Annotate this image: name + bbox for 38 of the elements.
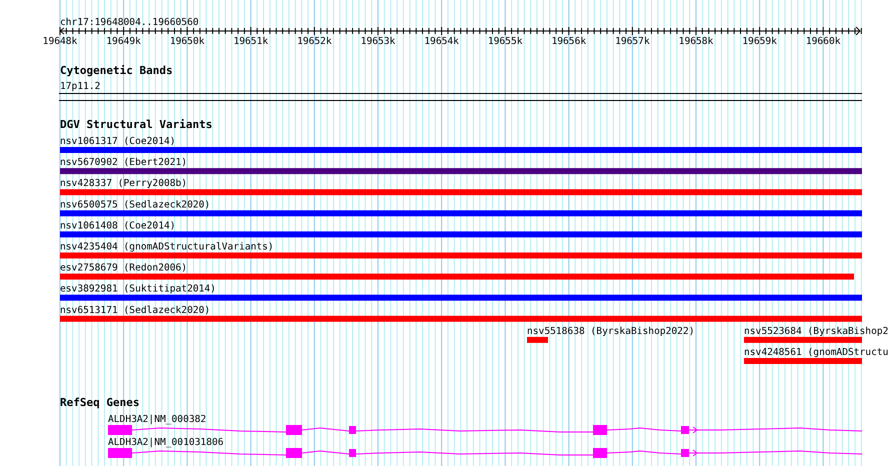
tick-label: 19654k [424,36,459,47]
variant-bar[interactable] [60,210,862,216]
tick-label: 19652k [297,36,332,47]
tick-label: 19658k [678,36,714,47]
gene-model-drawing[interactable] [108,448,862,458]
tick-label: 19650k [170,36,205,47]
tick-label: 19660k [806,36,841,47]
variant-label[interactable]: nsv4235404 (gnomADStructuralVariants) [60,242,274,252]
track-title: DGV Structural Variants [60,118,212,131]
variant-label[interactable]: nsv1061408 (Coe2014) [60,220,176,232]
gene-label[interactable]: ALDH3A2|NM_001031806 [108,437,224,448]
variant-label[interactable]: esv3892981 (Suktitipat2014) [60,284,216,295]
tick-label: 19657k [615,36,650,47]
track-title: RefSeq Genes [60,396,140,409]
band-label: 17p11.2 [60,81,100,92]
variant-label[interactable]: nsv4248561 (gnomADStructu [744,347,888,358]
variant-label[interactable]: nsv5670902 (Ebert2021) [60,157,188,168]
tick-label: 19656k [551,36,586,47]
tick-label: 19653k [360,36,396,47]
gene-label[interactable]: ALDH3A2|NM_000382 [108,414,206,425]
variant-label[interactable]: nsv1061317 (Coe2014) [60,136,176,147]
tick-label: 19649k [106,36,141,47]
variant-bar[interactable] [60,231,862,238]
tick-label: 19659k [742,36,777,47]
variant-bar[interactable] [60,294,862,301]
variant-label[interactable]: nsv428337 (Perry2008b) [60,178,188,190]
tick-label: 19655k [488,36,523,47]
variant-label[interactable]: nsv6500575 (Sedlazeck2020) [60,199,210,210]
track-title: Cytogenetic Bands [60,64,173,77]
variant-bar[interactable] [60,168,862,174]
gene-model-drawing[interactable] [108,425,862,435]
variant-label[interactable]: esv2758679 (Redon2006) [60,262,188,274]
tick-label: 19651k [233,36,268,47]
tick-label: 19648k [42,36,78,47]
variant-label[interactable]: nsv5523684 (ByrskaBishop2 [744,326,888,337]
variant-label[interactable]: nsv5518638 (ByrskaBishop2022) [527,326,695,337]
variant-label[interactable]: nsv6513171 (Sedlazeck2020) [60,304,210,316]
location-label: chr17:19648004..19660560 [60,17,199,28]
